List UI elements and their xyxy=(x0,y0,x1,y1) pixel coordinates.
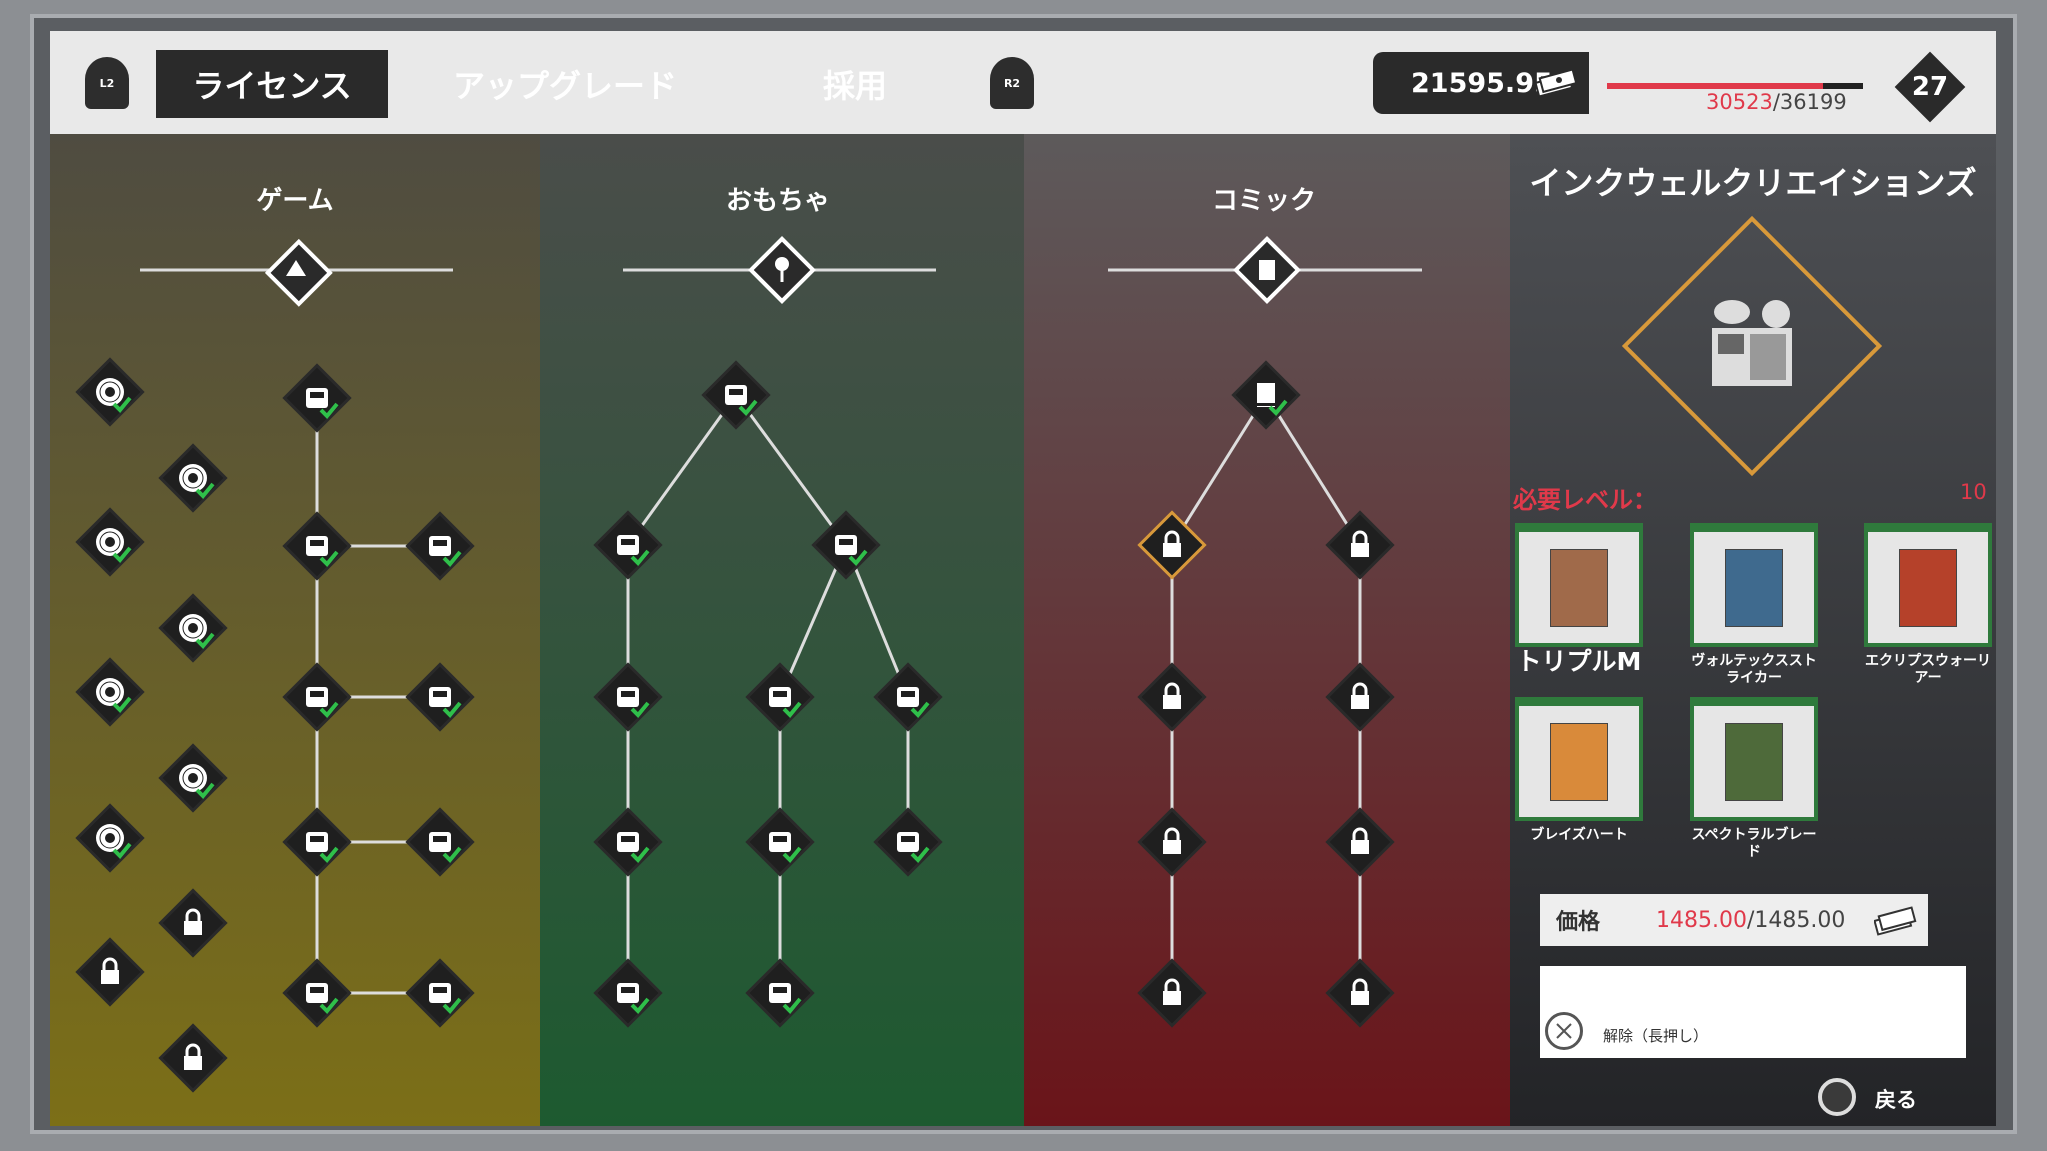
tree-node-toy-car[interactable] xyxy=(806,505,886,585)
comic-cover-image xyxy=(1515,523,1643,647)
circle-button-icon[interactable] xyxy=(1818,1078,1856,1116)
panel-title: インクウェルクリエイションズ xyxy=(1529,164,1977,202)
required-level-value: 10 xyxy=(1960,480,1987,504)
tree-node-doll[interactable] xyxy=(868,657,948,737)
tree-node-book[interactable] xyxy=(1226,355,1306,435)
tree-node-lock[interactable] xyxy=(1320,657,1400,737)
tree-node-globe-book[interactable] xyxy=(740,953,820,1033)
tree-node-disc[interactable] xyxy=(153,588,233,668)
comics-title: コミック xyxy=(1211,186,1316,216)
xp-text: 30523/36199 xyxy=(1706,90,1847,114)
xp-bar xyxy=(1607,83,1863,89)
price-label: 価格 xyxy=(1556,910,1601,935)
cross-button-icon xyxy=(1545,1012,1583,1050)
comic-item-card[interactable]: トリプルM xyxy=(1515,523,1643,676)
tree-node-yoyo[interactable] xyxy=(696,355,776,435)
tree-node-disc[interactable] xyxy=(70,502,150,582)
comic-title: スペクトラルブレード xyxy=(1691,827,1817,860)
tree-node-lock[interactable] xyxy=(153,1018,233,1098)
cash-stack-icon xyxy=(1874,906,1917,936)
comic-cover-image xyxy=(1864,523,1992,647)
tree-node-lock[interactable] xyxy=(1132,657,1212,737)
comic-title: トリプルM xyxy=(1516,647,1642,676)
tree-node-game-dev[interactable] xyxy=(277,657,357,737)
price-current: 1485.00 xyxy=(1656,907,1747,933)
company-logo-icon xyxy=(1621,215,1883,477)
tree-node-game-dev[interactable] xyxy=(277,506,357,586)
tree-node-disc[interactable] xyxy=(70,652,150,732)
comic-title: ヴォルテックスストライカー xyxy=(1691,653,1817,686)
tree-node-disc[interactable] xyxy=(153,738,233,818)
tree-node-disc[interactable] xyxy=(70,798,150,878)
comic-cover-image xyxy=(1690,523,1818,647)
tab-hire[interactable]: 採用 xyxy=(800,50,910,118)
tab-upgrade[interactable]: アップグレード xyxy=(440,50,690,118)
money-display: 21595.95 xyxy=(1373,52,1589,114)
tree-node-lock[interactable] xyxy=(1320,953,1400,1033)
games-title: ゲーム xyxy=(256,186,334,216)
comic-item-card[interactable]: ブレイズハート xyxy=(1515,697,1643,844)
l2-button-icon[interactable]: L2 xyxy=(85,57,129,109)
tree-node-lucky-cat[interactable] xyxy=(740,657,820,737)
price-box: 価格 1485.00/1485.00 xyxy=(1540,894,1928,946)
tree-node-lock[interactable] xyxy=(1320,505,1400,585)
comics-column xyxy=(1024,134,1510,1126)
comic-cover-image xyxy=(1515,697,1643,821)
money-amount: 21595.95 xyxy=(1411,67,1553,99)
tree-node-lock[interactable] xyxy=(70,932,150,1012)
comic-title: ブレイズハート xyxy=(1530,827,1628,843)
comic-item-card[interactable]: ヴォルテックスストライカー xyxy=(1690,523,1818,687)
tree-node-game-dev[interactable] xyxy=(277,802,357,882)
tree-node-lock[interactable] xyxy=(1320,802,1400,882)
tab-license[interactable]: ライセンス xyxy=(156,50,388,118)
xp-current: 30523 xyxy=(1706,90,1773,114)
r2-button-icon[interactable]: R2 xyxy=(990,57,1034,109)
tree-node-lock[interactable] xyxy=(1132,505,1212,585)
tree-node-disc[interactable] xyxy=(70,352,150,432)
tree-node-penguin[interactable] xyxy=(588,657,668,737)
tree-node-controller[interactable] xyxy=(400,953,480,1033)
comic-cover-art xyxy=(1726,549,1782,626)
tree-node-globe-book[interactable] xyxy=(868,802,948,882)
tree-node-puzzle[interactable] xyxy=(588,505,668,585)
tree-node-disc[interactable] xyxy=(153,438,233,518)
comic-item-card[interactable]: エクリプスウォーリアー xyxy=(1864,523,1992,687)
tree-node-blocks[interactable] xyxy=(588,953,668,1033)
comic-cover-image xyxy=(1690,697,1818,821)
back-label[interactable]: 戻る xyxy=(1875,1084,1917,1114)
cash-stack-icon xyxy=(1535,68,1578,98)
comic-cover-art xyxy=(1551,549,1607,626)
tree-node-game-dev[interactable] xyxy=(277,953,357,1033)
comic-cover-art xyxy=(1551,723,1607,800)
xp-total: /36199 xyxy=(1772,90,1847,114)
comic-cover-art xyxy=(1900,549,1956,626)
tree-node-car[interactable] xyxy=(588,802,668,882)
tree-node-lock[interactable] xyxy=(1132,953,1212,1033)
tree-node-console[interactable] xyxy=(400,657,480,737)
tree-node-pc[interactable] xyxy=(400,506,480,586)
required-level-label: 必要レベル： xyxy=(1513,486,1657,514)
comic-cover-art xyxy=(1726,723,1782,800)
toys-title: おもちゃ xyxy=(725,186,830,216)
tree-node-game-dev[interactable] xyxy=(277,358,357,438)
xp-bar-fill xyxy=(1607,83,1823,89)
comic-item-card[interactable]: スペクトラルブレード xyxy=(1690,697,1818,861)
tree-node-lock[interactable] xyxy=(1132,802,1212,882)
level-number: 27 xyxy=(1911,72,1949,102)
tree-node-robot[interactable] xyxy=(740,802,820,882)
tree-node-lock[interactable] xyxy=(153,883,233,963)
comic-title: エクリプスウォーリアー xyxy=(1865,653,1991,686)
release-label: 解除（長押し） xyxy=(1603,1027,1709,1045)
tree-node-handheld[interactable] xyxy=(400,802,480,882)
price-total: /1485.00 xyxy=(1746,907,1846,933)
